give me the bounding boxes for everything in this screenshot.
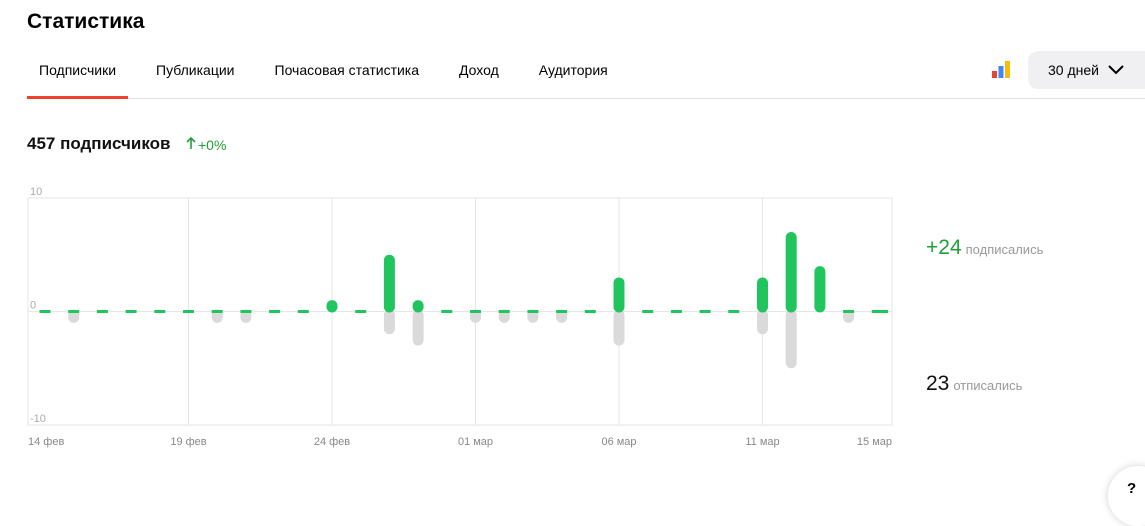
subscribed-bar — [39, 310, 51, 313]
subscribed-bar — [877, 310, 888, 313]
x-tick-label: 19 фев — [170, 436, 206, 448]
unsubscribed-bar — [613, 309, 625, 346]
subscribed-bar — [699, 310, 711, 313]
subscribed-bar — [326, 300, 338, 313]
unsubscribed-bar — [412, 309, 424, 346]
subscribed-bar — [183, 310, 194, 313]
subscriber-delta: +0% — [186, 136, 226, 153]
subscribed-stat: +24 подписались — [926, 236, 1043, 260]
subscribed-bar — [355, 310, 367, 313]
subscribed-bar — [785, 232, 797, 313]
unsubscribed-value: 23 — [926, 372, 950, 395]
subscribed-bar — [556, 310, 568, 313]
subscribed-bar — [843, 310, 855, 313]
chart-bars — [39, 232, 888, 369]
subscribed-bar — [68, 310, 80, 313]
subscribed-bar — [527, 310, 539, 313]
subscribed-bar — [498, 310, 510, 313]
subscribed-bar — [412, 300, 424, 313]
subscribed-value: +24 — [926, 236, 962, 259]
subscribed-bar — [470, 310, 481, 313]
subscribed-bar — [240, 310, 252, 313]
unsubscribed-bar — [757, 309, 768, 335]
subscribed-bar — [728, 310, 740, 313]
subscribed-bar — [814, 266, 826, 313]
unsubscribed-stat: 23 отписались — [926, 372, 1022, 396]
subscribed-bar — [670, 310, 682, 313]
subscribed-bar — [584, 310, 596, 313]
x-tick-label: 14 фев — [28, 436, 64, 448]
yandex-metrica-icon[interactable] — [991, 61, 1011, 79]
subscribed-label: подписались — [965, 242, 1044, 257]
x-tick-label: 11 мар — [745, 436, 779, 448]
help-button[interactable]: ? — [1108, 466, 1145, 526]
subscribed-bar — [211, 310, 223, 313]
y-tick-label: 0 — [30, 300, 36, 312]
y-tick-label: -10 — [30, 413, 46, 425]
tabs-bar: Подписчики Публикации Почасовая статисти… — [27, 44, 1145, 99]
tab-income[interactable]: Доход — [447, 44, 511, 98]
x-tick-label: 06 мар — [601, 436, 636, 448]
arrow-up-icon — [186, 136, 196, 149]
x-tick-label: 24 фев — [314, 436, 350, 448]
subscribed-bar — [642, 310, 654, 313]
tab-subscribers[interactable]: Подписчики — [27, 44, 129, 99]
period-label: 30 дней — [1048, 62, 1099, 78]
subscribed-bar — [125, 310, 137, 313]
subscribed-bar — [154, 310, 166, 313]
subscribers-chart: 10 0 -10 14 фев 19 фев 24 фев 01 мар 06 мар 11 м… — [27, 186, 893, 448]
subscribed-bar — [757, 277, 768, 313]
tab-audience[interactable]: Аудитория — [527, 44, 620, 98]
tab-publications[interactable]: Публикации — [144, 44, 246, 98]
subscribed-bar — [613, 277, 625, 313]
x-tick-label: 01 мар — [458, 436, 493, 448]
tab-hourly-stats[interactable]: Почасовая статистика — [263, 44, 432, 98]
subscriber-count: 457 подписчиков — [27, 134, 171, 153]
y-tick-label: 10 — [30, 186, 42, 198]
subscribed-bar — [297, 310, 309, 313]
delta-value: +0% — [198, 137, 227, 153]
page-title: Статистика — [27, 10, 145, 33]
chevron-down-icon — [1108, 65, 1124, 75]
unsubscribed-label: отписались — [953, 378, 1023, 393]
subscribed-bar — [441, 310, 453, 313]
subscribed-bar — [269, 310, 281, 313]
x-tick-label: 15 мар — [857, 436, 892, 448]
period-select[interactable]: 30 дней — [1028, 51, 1145, 89]
subscribed-bar — [96, 310, 108, 313]
unsubscribed-bar — [785, 309, 797, 369]
unsubscribed-bar — [383, 309, 395, 335]
help-label: ? — [1127, 480, 1137, 497]
subscribed-bar — [383, 254, 395, 313]
